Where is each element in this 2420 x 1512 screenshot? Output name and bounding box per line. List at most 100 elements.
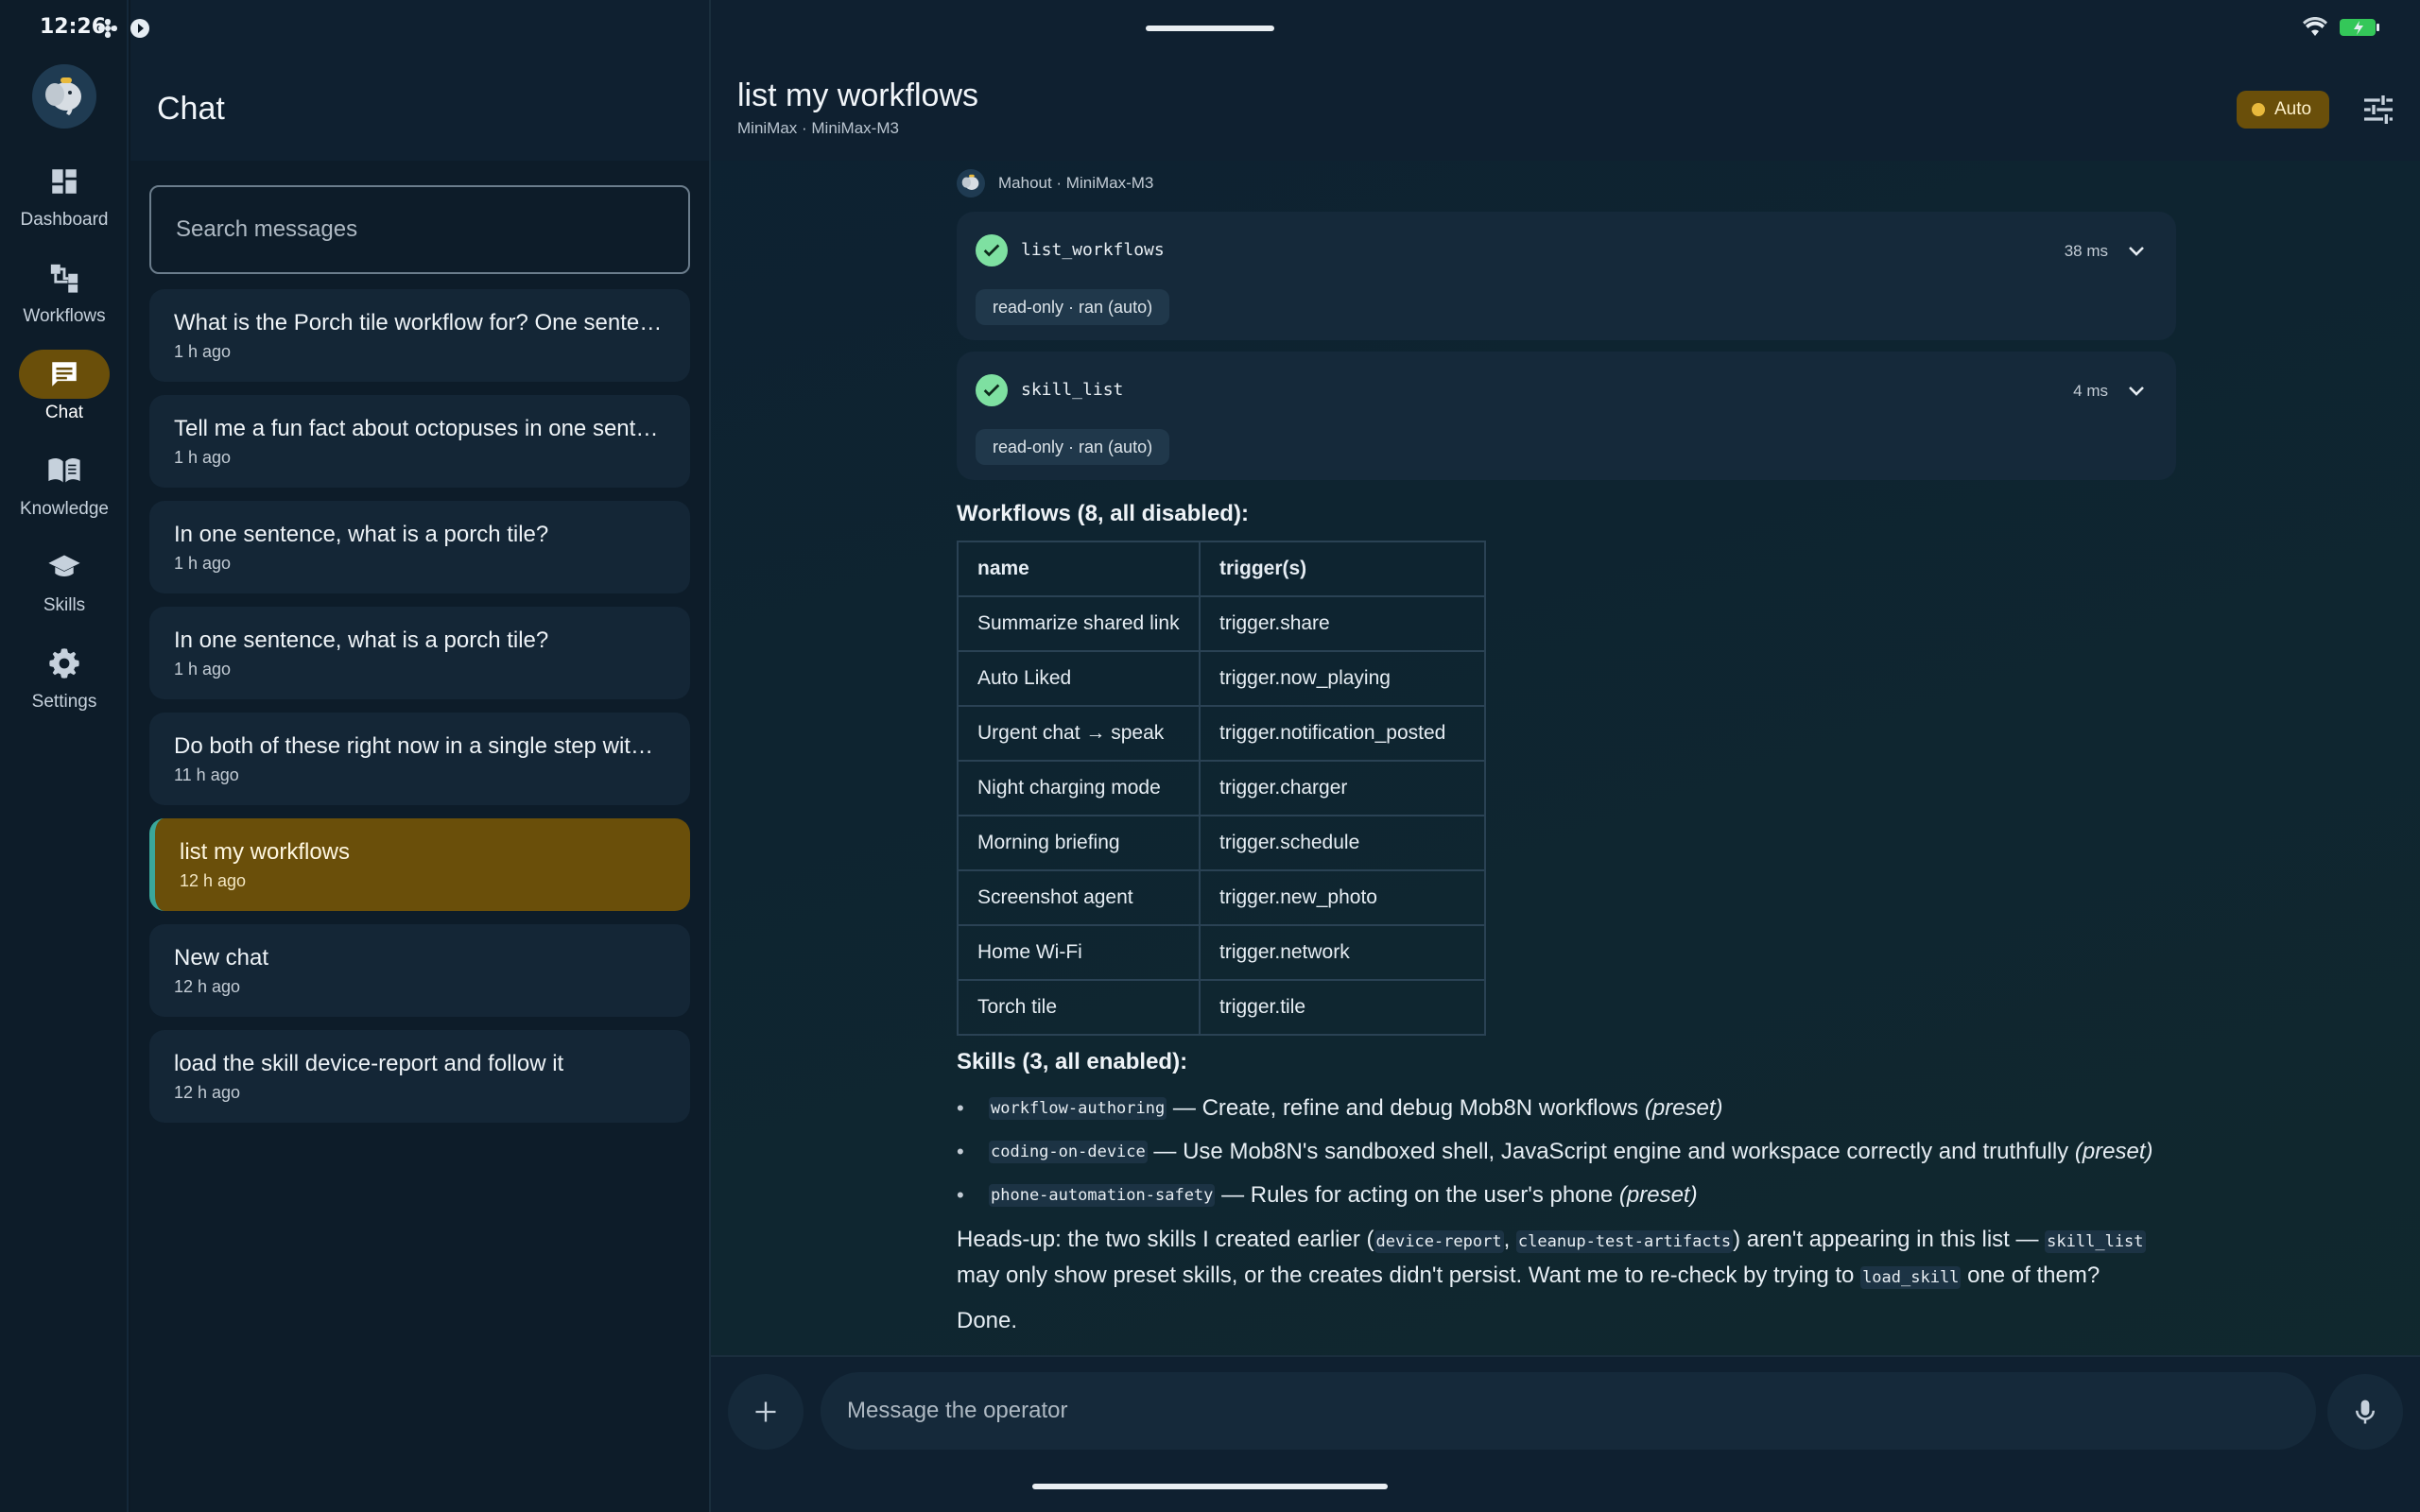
table-header-row: name trigger(s) <box>957 541 1486 597</box>
nav-label: Skills <box>43 595 86 615</box>
list-item: • phone-automation-safety — Rules for ac… <box>957 1182 1698 1208</box>
chevron-down-icon[interactable] <box>2125 240 2148 263</box>
skill-desc: — Use Mob8N's sandboxed shell, JavaScrip… <box>1147 1139 2075 1164</box>
chat-title: list my workflows <box>737 77 979 113</box>
nav-label: Dashboard <box>20 210 109 230</box>
nav-skills[interactable]: Skills <box>0 542 129 633</box>
inline-code: skill_list <box>2045 1230 2146 1253</box>
tool-name: list_workflows <box>1021 240 1165 260</box>
plus-icon <box>755 1401 776 1422</box>
workflow-trigger: trigger.now_playing <box>1199 650 1486 707</box>
tool-duration: 4 ms <box>2073 382 2108 400</box>
voice-button[interactable] <box>2327 1374 2403 1450</box>
workflow-name: Morning briefing <box>957 815 1201 871</box>
mode-badge[interactable]: Auto <box>2237 91 2329 129</box>
tool-status-chip: read-only · ran (auto) <box>976 289 1170 325</box>
mode-label: Auto <box>2274 99 2312 119</box>
conversation-title: load the skill device-report and follow … <box>174 1051 564 1076</box>
skill-tag: (preset) <box>1644 1095 1723 1121</box>
message-author: Mahout · MiniMax-M3 <box>957 166 2186 200</box>
list-item: • workflow-authoring — Create, refine an… <box>957 1095 1723 1121</box>
workflow-trigger: trigger.notification_posted <box>1199 705 1486 762</box>
assistant-avatar <box>957 169 985 198</box>
column-header: name <box>957 541 1201 597</box>
conversation-item-active[interactable]: list my workflows 12 h ago <box>149 818 690 911</box>
chat-model-subtitle: MiniMax · MiniMax-M3 <box>737 119 899 137</box>
nav-rail: Dashboard Workflows Chat Knowledge Skill… <box>0 0 129 1512</box>
skill-desc: — Rules for acting on the user's phone <box>1215 1182 1619 1208</box>
nav-chat[interactable]: Chat <box>0 350 129 440</box>
skill-code: coding-on-device <box>989 1141 1148 1163</box>
tool-status-chip: read-only · ran (auto) <box>976 429 1170 465</box>
conversation-item[interactable]: In one sentence, what is a porch tile? 1… <box>149 501 690 593</box>
workflow-name: Auto Liked <box>957 650 1201 707</box>
tool-duration: 38 ms <box>2064 242 2108 260</box>
message-input[interactable] <box>821 1372 2316 1450</box>
conversation-item[interactable]: Do both of these right now in a single s… <box>149 713 690 805</box>
text-run: , <box>1503 1227 1516 1252</box>
workflow-name: Night charging mode <box>957 760 1201 816</box>
gear-icon <box>49 648 79 679</box>
workflow-icon <box>50 264 78 293</box>
chat-main: list my workflows MiniMax · MiniMax-M3 A… <box>709 0 2420 1512</box>
headsup-paragraph: Heads-up: the two skills I created earli… <box>957 1223 2186 1295</box>
table-row: Night charging mode trigger.charger <box>957 760 1486 816</box>
nav-label: Settings <box>31 692 97 712</box>
workflow-name: Urgent chat → speak <box>957 705 1201 762</box>
conversation-time: 1 h ago <box>174 448 232 467</box>
skills-heading: Skills (3, all enabled): <box>957 1049 1188 1074</box>
elephant-logo-icon <box>961 174 979 190</box>
chat-list-title: Chat <box>157 91 225 127</box>
nav-dashboard[interactable]: Dashboard <box>0 157 129 248</box>
tool-call-card[interactable]: list_workflows 38 ms read-only · ran (au… <box>957 212 2176 340</box>
table-row: Morning briefing trigger.schedule <box>957 815 1486 871</box>
skills-list: • workflow-authoring — Create, refine an… <box>957 1087 2186 1217</box>
workflow-trigger: trigger.share <box>1199 595 1486 652</box>
chat-header: list my workflows MiniMax · MiniMax-M3 A… <box>711 0 2420 161</box>
tune-icon[interactable] <box>2360 91 2397 129</box>
workflow-name: Torch tile <box>957 979 1201 1036</box>
conversation-item[interactable]: load the skill device-report and follow … <box>149 1030 690 1123</box>
elephant-logo-icon <box>45 77 81 115</box>
column-header: trigger(s) <box>1199 541 1486 597</box>
nav-settings[interactable]: Settings <box>0 639 129 730</box>
nav-label: Knowledge <box>19 499 110 519</box>
workflows-heading: Workflows (8, all disabled): <box>957 501 1249 526</box>
conversation-time: 1 h ago <box>174 660 232 679</box>
nav-label: Chat <box>44 403 84 422</box>
conversation-item[interactable]: What is the Porch tile workflow for? One… <box>149 289 690 382</box>
conversation-time: 11 h ago <box>174 765 239 784</box>
composer <box>711 1355 2420 1512</box>
text-run: Heads-up: the two skills I created earli… <box>957 1227 1374 1252</box>
table-row: Screenshot agent trigger.new_photo <box>957 869 1486 926</box>
workflow-trigger: trigger.charger <box>1199 760 1486 816</box>
table-row: Summarize shared link trigger.share <box>957 595 1486 652</box>
list-item: • coding-on-device — Use Mob8N's sandbox… <box>957 1139 2153 1164</box>
skill-code: workflow-authoring <box>989 1097 1167 1120</box>
skill-desc: — Create, refine and debug Mob8N workflo… <box>1167 1095 1645 1121</box>
conversation-title: In one sentence, what is a porch tile? <box>174 627 549 653</box>
chat-list-panel: Chat What is the Porch tile workflow for… <box>130 0 815 1512</box>
conversation-item[interactable]: Tell me a fun fact about octopuses in on… <box>149 395 690 488</box>
conversation-title: Tell me a fun fact about octopuses in on… <box>174 416 666 441</box>
nav-workflows[interactable]: Workflows <box>0 253 129 344</box>
attach-button[interactable] <box>728 1374 804 1450</box>
table-row: Auto Liked trigger.now_playing <box>957 650 1486 707</box>
inline-code: device-report <box>1374 1230 1504 1253</box>
conversation-title: Do both of these right now in a single s… <box>174 733 666 759</box>
skill-tag: (preset) <box>1618 1182 1698 1208</box>
search-input[interactable] <box>149 185 690 274</box>
conversation-item[interactable]: In one sentence, what is a porch tile? 1… <box>149 607 690 699</box>
workflow-trigger: trigger.new_photo <box>1199 869 1486 926</box>
app-avatar[interactable] <box>32 64 96 129</box>
tool-call-card[interactable]: skill_list 4 ms read-only · ran (auto) <box>957 352 2176 480</box>
school-icon <box>48 555 80 577</box>
workflow-trigger: trigger.schedule <box>1199 815 1486 871</box>
assistant-message: Mahout · MiniMax-M3 list_workflows 38 ms… <box>957 166 2186 1334</box>
conversation-item[interactable]: New chat 12 h ago <box>149 924 690 1017</box>
text-run: may only show preset skills, or the crea… <box>957 1263 1861 1288</box>
chevron-down-icon[interactable] <box>2125 380 2148 403</box>
table-row: Urgent chat → speak trigger.notification_… <box>957 705 1486 762</box>
conversation-title: list my workflows <box>180 839 351 865</box>
nav-knowledge[interactable]: Knowledge <box>0 446 129 537</box>
